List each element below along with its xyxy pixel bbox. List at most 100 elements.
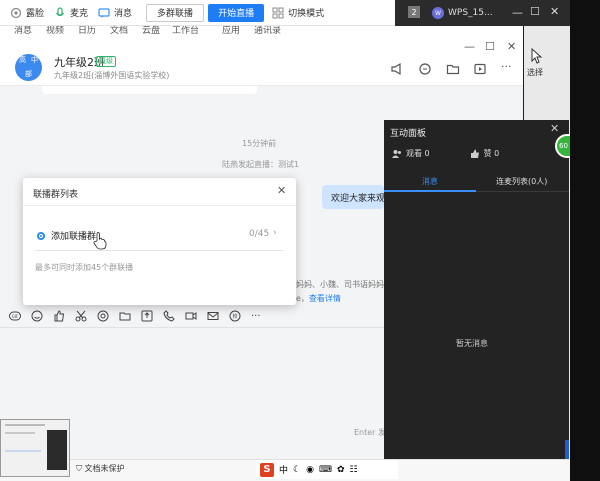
interaction-panel: 互动面板 ✕ 观看 0 赞 0 消息 连麦列表(0人) 暂无消息 bbox=[384, 120, 569, 459]
menu-fragment[interactable]: 消息 bbox=[14, 26, 32, 36]
message-label: 消息 bbox=[114, 9, 133, 19]
dialog-close-icon[interactable]: ✕ bbox=[277, 184, 286, 197]
scissors-icon[interactable] bbox=[75, 310, 87, 322]
homework-icon[interactable]: 校 bbox=[229, 310, 241, 322]
ime-lang[interactable]: 中 bbox=[279, 463, 288, 476]
radio-icon bbox=[37, 232, 45, 240]
more-icon[interactable]: ··· bbox=[501, 60, 512, 73]
add-group-label: 添加联播群 bbox=[51, 232, 97, 242]
folder-icon[interactable] bbox=[446, 62, 460, 76]
thumbs-up-icon[interactable] bbox=[53, 310, 65, 322]
like-count: 赞 0 bbox=[483, 149, 500, 158]
switch-mode-label: 切换模式 bbox=[288, 9, 325, 19]
preview-thumbnail[interactable] bbox=[0, 419, 70, 477]
panel-tabs: 消息 连麦列表(0人) bbox=[384, 172, 569, 192]
phone-icon[interactable] bbox=[163, 310, 175, 322]
tab-mic-list[interactable]: 连麦列表(0人) bbox=[496, 176, 547, 187]
empty-messages: 暂无消息 bbox=[456, 339, 488, 348]
doc-protection-status[interactable]: ⛉ 文档未保护 bbox=[76, 463, 125, 474]
broadcast-group-dialog: 联播群列表 ✕ 添加联播群 0/45 › 最多可同时添加45个群联播 bbox=[23, 178, 296, 305]
input-toolbar: GIF 校 ··· bbox=[0, 305, 385, 327]
folder-send-icon[interactable] bbox=[119, 310, 131, 322]
group-subtitle: 九年级2班(淄博外国语实验学校) bbox=[54, 71, 170, 80]
window-close-icon[interactable]: ✕ bbox=[507, 40, 516, 53]
message-bubble[interactable]: 欢迎大家来观 bbox=[322, 185, 384, 209]
hand-cursor-icon bbox=[93, 232, 107, 250]
camera-icon bbox=[10, 7, 22, 18]
more-tools-icon[interactable]: ··· bbox=[251, 311, 261, 322]
chevron-right-icon: › bbox=[273, 228, 277, 238]
group-count: 0/45 bbox=[249, 229, 270, 239]
chat-menu-strip: 消息 视频 日历 文档 云盘 工作台 应用 通讯录 bbox=[0, 26, 523, 36]
mention-icon[interactable] bbox=[97, 310, 109, 322]
svg-text:校: 校 bbox=[232, 313, 237, 320]
upload-icon[interactable] bbox=[141, 310, 153, 322]
select-tool-label[interactable]: 选择 bbox=[527, 67, 543, 78]
microphone-icon bbox=[56, 6, 65, 16]
menu-fragment[interactable]: 日历 bbox=[78, 26, 96, 36]
group-avatar[interactable]: 高 中 部 bbox=[15, 54, 42, 81]
wps-taskbar-label: WPS_15... bbox=[448, 8, 493, 18]
minimize-icon[interactable]: — bbox=[512, 6, 523, 19]
sogou-ime-icon[interactable]: S bbox=[260, 462, 274, 477]
shield-icon: ⛉ bbox=[76, 464, 85, 473]
emoji-icon[interactable] bbox=[31, 310, 43, 322]
panel-title: 互动面板 bbox=[390, 129, 427, 139]
group-tag-badge: 班级 bbox=[96, 56, 116, 67]
toolbox-icon[interactable]: ☷ bbox=[350, 465, 358, 475]
ime-toolbar: S 中 ☾ ◉ ⌨ ✿ ☷ bbox=[256, 460, 398, 479]
pointer-select-icon[interactable] bbox=[530, 48, 544, 64]
window-minimize-icon[interactable]: — bbox=[464, 40, 475, 53]
taskbar-count-badge[interactable]: 2 bbox=[408, 6, 420, 18]
grid-icon bbox=[272, 7, 284, 18]
skin-icon[interactable]: ✿ bbox=[337, 465, 345, 475]
panel-stats: 观看 0 赞 0 bbox=[392, 148, 499, 159]
panel-close-icon[interactable]: ✕ bbox=[550, 122, 559, 135]
system-hint-link-row: e，查看详情 bbox=[296, 293, 341, 304]
doc-status-label: 文档未保护 bbox=[84, 464, 125, 473]
gif-icon[interactable]: GIF bbox=[9, 310, 21, 322]
close-icon[interactable]: ✕ bbox=[550, 5, 559, 18]
limit-note: 最多可同时添加45个群联播 bbox=[35, 263, 134, 272]
message-time: 15分钟前 bbox=[242, 139, 277, 148]
maximize-icon[interactable]: ☐ bbox=[530, 5, 540, 18]
add-group-row[interactable]: 添加联播群 0/45 › bbox=[35, 226, 284, 250]
video-icon[interactable] bbox=[473, 62, 487, 76]
thumbs-up-icon bbox=[470, 149, 479, 158]
group-header: 高 中 部 九年级2班 班级 九年级2班(淄博外国语实验学校) ··· — ☐ … bbox=[0, 36, 523, 86]
camera-toggle[interactable]: 露脸 bbox=[10, 6, 44, 19]
system-hint: 妈妈、小魏、司书语妈妈、 bbox=[296, 280, 392, 289]
moon-icon[interactable]: ☾ bbox=[293, 465, 301, 475]
wps-taskbar-item[interactable]: W WPS_15... bbox=[432, 4, 493, 22]
voice-icon[interactable]: ◉ bbox=[306, 465, 314, 475]
start-live-button[interactable]: 开始直播 bbox=[208, 3, 265, 22]
menu-fragment[interactable]: 工作台 bbox=[172, 26, 199, 36]
wps-logo-icon: W bbox=[432, 7, 444, 19]
dialog-title: 联播群列表 bbox=[33, 190, 79, 200]
menu-fragment[interactable]: 通讯录 bbox=[254, 26, 281, 36]
multi-group-button[interactable]: 多群联播 bbox=[146, 3, 205, 22]
menu-fragment[interactable]: 应用 bbox=[222, 26, 240, 36]
menu-fragment[interactable]: 云盘 bbox=[142, 26, 160, 36]
switch-mode-button[interactable]: 切换模式 bbox=[272, 6, 324, 19]
mic-toggle[interactable]: 麦克 bbox=[54, 6, 88, 19]
enter-send-hint: Enter 发 bbox=[354, 428, 387, 437]
video-call-icon[interactable] bbox=[185, 310, 197, 322]
divider bbox=[23, 205, 296, 206]
mail-icon[interactable] bbox=[207, 310, 219, 322]
chat-bubble-icon[interactable] bbox=[418, 62, 432, 76]
viewer-count: 观看 0 bbox=[406, 149, 430, 158]
live-notice: 陆燕发起直播：测试1 bbox=[222, 160, 300, 169]
view-details-link[interactable]: 查看详情 bbox=[309, 294, 341, 303]
tab-messages[interactable]: 消息 bbox=[422, 176, 438, 187]
keyboard-icon[interactable]: ⌨ bbox=[319, 465, 332, 475]
screen-edge bbox=[570, 0, 600, 481]
divider bbox=[35, 250, 284, 251]
megaphone-icon[interactable] bbox=[390, 62, 404, 76]
avatar-char: 高 bbox=[19, 56, 26, 65]
menu-fragment[interactable]: 文档 bbox=[110, 26, 128, 36]
message-toggle[interactable]: 消息 bbox=[98, 6, 132, 19]
menu-fragment[interactable]: 视频 bbox=[46, 26, 64, 36]
window-maximize-icon[interactable]: ☐ bbox=[485, 40, 495, 53]
mic-label: 麦克 bbox=[70, 9, 89, 19]
